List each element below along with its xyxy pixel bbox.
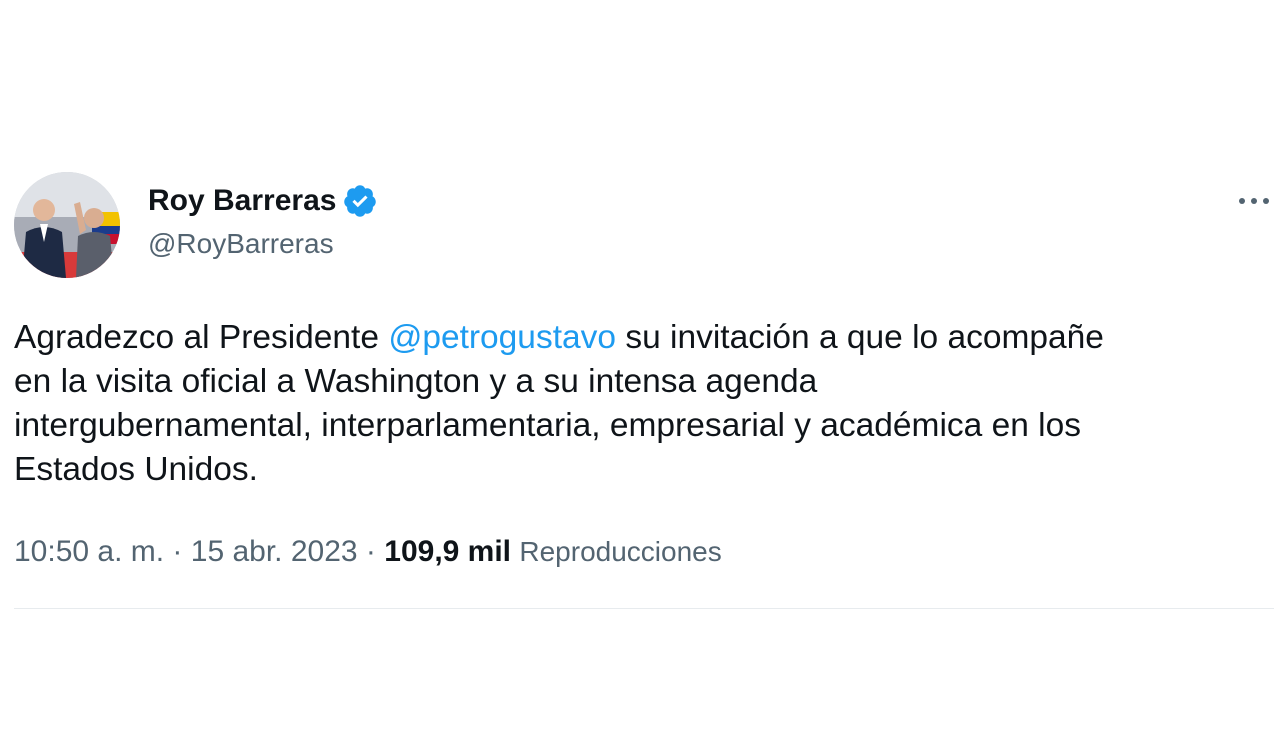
tweet-date[interactable]: 15 abr. 2023 [191, 535, 358, 568]
verified-badge-icon [342, 183, 378, 219]
more-options-icon[interactable] [1234, 186, 1274, 216]
tweet-line: Estados Unidos. [14, 451, 258, 488]
tweet-line: intergubernamental, interparlamentaria, … [14, 407, 1081, 444]
mention-link[interactable]: @petrogustavo [388, 319, 616, 356]
tweet-text: Agradezco al Presidente @petrogustavo su… [14, 316, 1276, 492]
tweet-metadata: 10:50 a. m. · 15 abr. 2023 · 109,9 mil R… [14, 532, 722, 572]
author-handle[interactable]: @RoyBarreras [148, 228, 334, 260]
tweet-text-segment: Agradezco al Presidente [14, 319, 389, 356]
author-display-name[interactable]: Roy Barreras [148, 184, 336, 218]
divider [14, 608, 1274, 609]
views-label: Reproducciones [519, 536, 722, 567]
tweet-card: Roy Barreras @RoyBarreras Agradezco al P… [0, 0, 1280, 750]
tweet-line: en la visita oficial a Washington y a su… [14, 363, 818, 400]
tweet-time[interactable]: 10:50 a. m. [14, 535, 164, 568]
meta-separator: · [357, 535, 385, 568]
tweet-text-segment: su invitación a que lo acompañe [616, 319, 1104, 356]
profile-photo [14, 172, 120, 278]
views-count: 109,9 mil [384, 535, 512, 568]
tweet-line: Agradezco al Presidente @petrogustavo su… [14, 316, 1276, 360]
avatar[interactable] [14, 172, 120, 278]
author-name-row: Roy Barreras [148, 181, 378, 221]
meta-separator: · [164, 535, 191, 568]
